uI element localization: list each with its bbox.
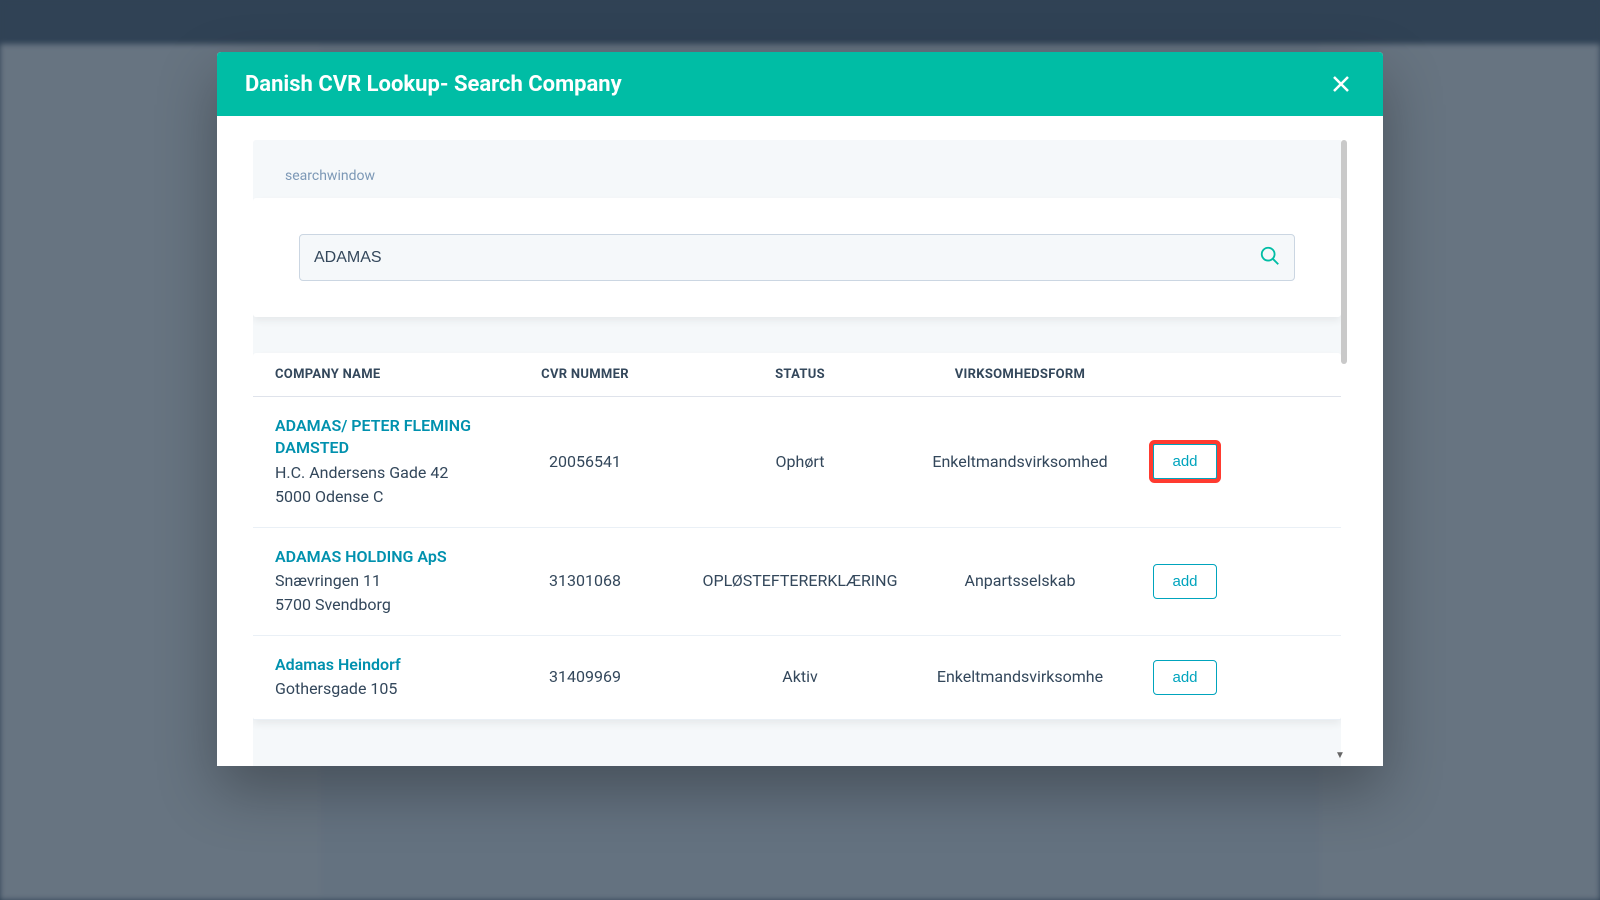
table-row: Adamas Heindorf Gothersgade 10531409969Ak… [253, 636, 1341, 720]
status-cell: Ophørt [685, 451, 915, 473]
add-button[interactable]: add [1153, 660, 1216, 695]
modal-overlay: Danish CVR Lookup- Search Company search… [0, 0, 1600, 900]
company-address-line: Snævringen 11 [275, 570, 485, 592]
close-icon [1332, 75, 1350, 93]
company-link[interactable]: ADAMAS HOLDING ApS [275, 547, 447, 566]
add-button[interactable]: add [1153, 564, 1216, 599]
company-cell: Adamas Heindorf Gothersgade 105 [275, 654, 485, 701]
company-address-line: 5000 Odense C [275, 486, 485, 508]
search-input[interactable] [299, 234, 1295, 281]
close-button[interactable] [1327, 70, 1355, 98]
modal-body: searchwindow [217, 116, 1383, 766]
modal-title: Danish CVR Lookup- Search Company [245, 72, 622, 97]
results-table: COMPANY NAME CVR NUMMER STATUS VIRKSOMHE… [253, 353, 1341, 720]
form-cell: Enkeltmandsvirksomhed [915, 451, 1125, 473]
search-label: searchwindow [253, 140, 1341, 198]
cvr-cell: 31301068 [485, 570, 685, 592]
modal-inner-content: searchwindow [253, 140, 1341, 766]
col-company-name: COMPANY NAME [275, 367, 485, 382]
col-cvr-nummer: CVR NUMMER [485, 367, 685, 382]
company-cell: ADAMAS/ PETER FLEMING DAMSTED H.C. Anders… [275, 415, 485, 509]
company-link[interactable]: ADAMAS/ PETER FLEMING DAMSTED [275, 416, 471, 457]
action-cell: add [1125, 660, 1245, 695]
company-address-line: H.C. Andersens Gade 42 [275, 462, 485, 484]
action-cell: add [1125, 444, 1245, 479]
modal-header: Danish CVR Lookup- Search Company [217, 52, 1383, 116]
status-cell: OPLØSTEFTERERKLÆRING [685, 570, 915, 592]
add-button[interactable]: add [1153, 444, 1216, 479]
search-submit[interactable] [1259, 245, 1281, 271]
company-link[interactable]: Adamas Heindorf [275, 655, 401, 674]
cvr-cell: 20056541 [485, 451, 685, 473]
company-address-line: 5700 Svendborg [275, 594, 485, 616]
cvr-lookup-modal: Danish CVR Lookup- Search Company search… [217, 52, 1383, 766]
search-card [253, 198, 1341, 317]
table-header-row: COMPANY NAME CVR NUMMER STATUS VIRKSOMHE… [253, 353, 1341, 397]
scrollbar[interactable] [1341, 140, 1347, 364]
table-row: ADAMAS HOLDING ApS Snævringen 115700 Sven… [253, 528, 1341, 636]
form-cell: Anpartsselskab [915, 570, 1125, 592]
search-section: searchwindow [253, 140, 1341, 317]
chevron-down-icon: ▼ [1335, 750, 1345, 760]
cvr-cell: 31409969 [485, 666, 685, 688]
search-icon [1259, 245, 1281, 267]
action-cell: add [1125, 564, 1245, 599]
company-cell: ADAMAS HOLDING ApS Snævringen 115700 Sven… [275, 546, 485, 617]
col-status: STATUS [685, 367, 915, 382]
col-virksomhedsform: VIRKSOMHEDSFORM [915, 367, 1125, 382]
table-row: ADAMAS/ PETER FLEMING DAMSTED H.C. Anders… [253, 397, 1341, 528]
status-cell: Aktiv [685, 666, 915, 688]
form-cell: Enkeltmandsvirksomhe [915, 666, 1125, 688]
search-input-wrapper [299, 234, 1295, 281]
company-address-line: Gothersgade 105 [275, 678, 485, 700]
